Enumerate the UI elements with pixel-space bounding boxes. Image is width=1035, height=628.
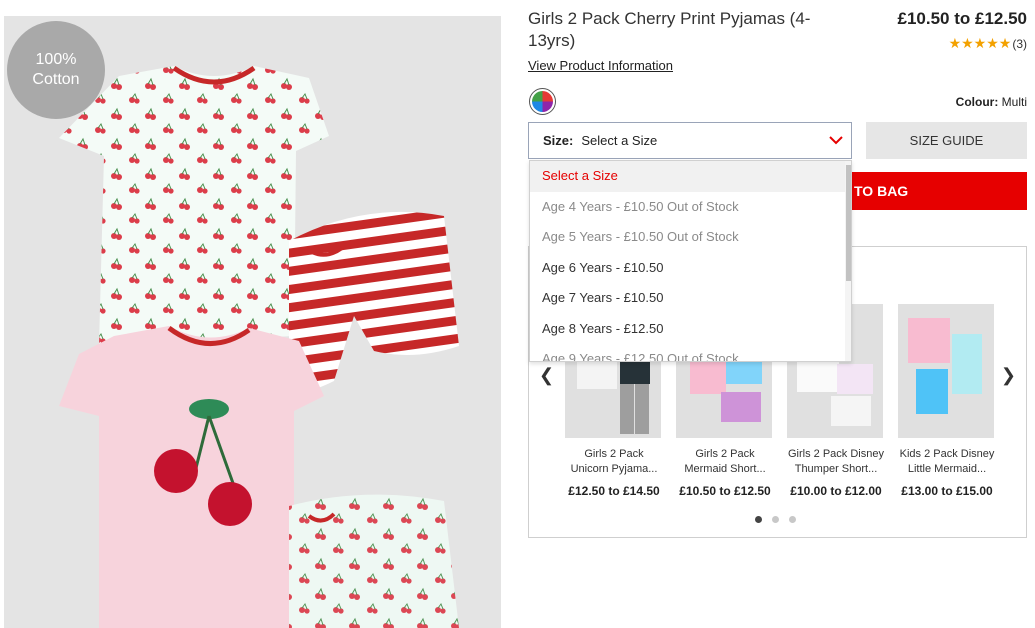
product-card-line-1: Girls 2 Pack — [584, 448, 644, 460]
carousel-dot[interactable] — [755, 516, 762, 523]
colour-swatch-multi[interactable] — [529, 88, 556, 115]
multicolour-swatch-icon — [532, 91, 553, 112]
colour-value: Multi — [1001, 95, 1027, 109]
size-option[interactable]: Age 5 Years - £10.50 Out of Stock — [530, 222, 851, 253]
cotton-badge: 100% Cotton — [7, 21, 105, 119]
colour-label-title: Colour: — [955, 95, 999, 109]
badge-line-1: 100% — [35, 51, 77, 68]
product-card-price: £13.00 to £15.00 — [901, 484, 993, 498]
product-card-line-2: Unicorn Pyjama... — [570, 463, 658, 475]
size-select[interactable]: Size: Select a Size — [528, 122, 852, 159]
size-option[interactable]: Select a Size — [530, 161, 851, 192]
chevron-right-icon[interactable]: ❯ — [1001, 365, 1016, 386]
size-select-value: Select a Size — [581, 133, 658, 148]
product-card[interactable]: Kids 2 Pack Disney Little Mermaid... £13… — [898, 304, 996, 498]
colour-label: Colour: Multi — [956, 95, 1027, 109]
dropdown-scrollbar[interactable] — [845, 161, 851, 361]
product-image[interactable]: 100% Cotton — [4, 16, 501, 628]
size-option[interactable]: Age 6 Years - £10.50 — [530, 253, 851, 284]
product-card-line-2: Little Mermaid... — [907, 463, 987, 475]
product-card-line-1: Girls 2 Pack — [695, 448, 755, 460]
badge-line-2: Cotton — [32, 71, 80, 88]
carousel-dot[interactable] — [772, 516, 779, 523]
size-select-label: Size: — [543, 133, 574, 148]
product-card-line-2: Mermaid Short... — [684, 463, 766, 475]
size-option[interactable]: Age 8 Years - £12.50 — [530, 314, 851, 345]
chevron-down-icon — [829, 136, 843, 145]
product-card-line-2: Thumper Short... — [794, 463, 878, 475]
product-thumbnail[interactable] — [898, 304, 994, 438]
rating[interactable]: ★★★★★ (3) — [949, 35, 1027, 52]
carousel-dot[interactable] — [789, 516, 796, 523]
view-product-information-link[interactable]: View Product Information — [528, 58, 673, 73]
product-card-price: £10.50 to £12.50 — [679, 484, 771, 498]
size-option[interactable]: Age 7 Years - £10.50 — [530, 283, 851, 314]
little-mermaid-image — [908, 318, 982, 424]
rating-count: (3) — [1012, 36, 1027, 51]
size-option[interactable]: Age 4 Years - £10.50 Out of Stock — [530, 192, 851, 223]
product-card-line-1: Girls 2 Pack Disney — [788, 448, 884, 460]
star-rating-icon: ★★★★★ — [948, 35, 1012, 51]
product-title: Girls 2 Pack Cherry Print Pyjamas (4-13y… — [528, 9, 811, 50]
size-option[interactable]: Age 9 Years - £12.50 Out of Stock — [530, 344, 851, 361]
product-card-price: £10.00 to £12.00 — [790, 484, 882, 498]
chevron-left-icon[interactable]: ❮ — [539, 365, 554, 386]
dropdown-scrollbar-thumb[interactable] — [846, 165, 851, 281]
size-dropdown-list: Select a Size Age 4 Years - £10.50 Out of… — [529, 160, 852, 362]
product-card-price: £12.50 to £14.50 — [568, 484, 660, 498]
product-price: £10.50 to £12.50 — [897, 9, 1027, 28]
carousel-pagination — [755, 516, 796, 523]
size-guide-button[interactable]: SIZE GUIDE — [866, 122, 1027, 159]
product-card-line-1: Kids 2 Pack Disney — [899, 448, 995, 460]
